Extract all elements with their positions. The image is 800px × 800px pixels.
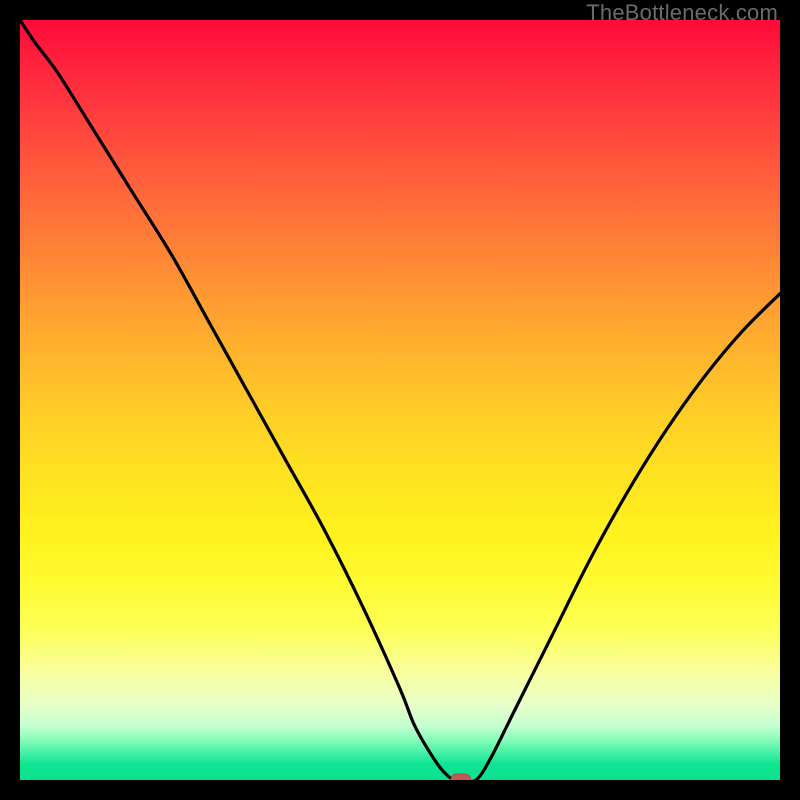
minimum-marker (451, 774, 471, 780)
bottleneck-curve (20, 20, 780, 780)
plot-area (20, 20, 780, 780)
curve-svg (20, 20, 780, 780)
chart-frame: TheBottleneck.com (0, 0, 800, 800)
